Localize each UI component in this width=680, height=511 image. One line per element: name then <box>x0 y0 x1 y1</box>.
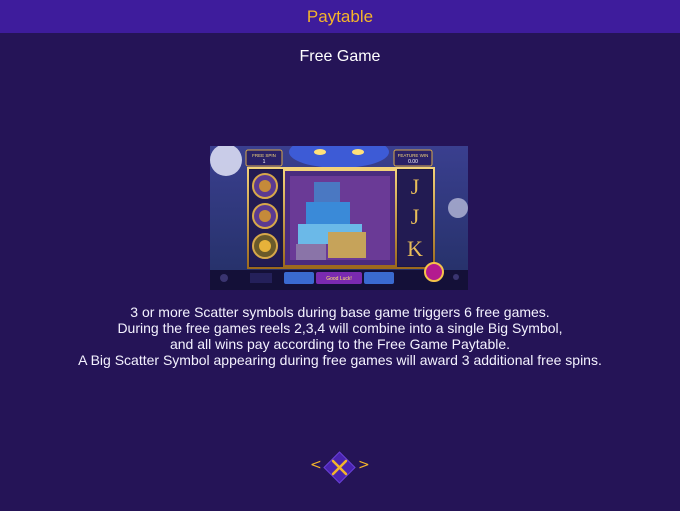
header-title: Paytable <box>306 6 374 26</box>
section-title: Free Game <box>299 48 381 65</box>
reel-symbol-j1: J <box>411 174 420 199</box>
free-spin-value: 1 <box>263 159 266 165</box>
next-page-button[interactable]: > <box>358 457 370 473</box>
description-line: A Big Scatter Symbol appearing during fr… <box>78 352 602 368</box>
close-button[interactable] <box>323 451 356 484</box>
free-spin-label: FREE SPIN <box>252 153 276 158</box>
paytable-navigation: < > <box>308 450 372 484</box>
feature-win-value: 0.00 <box>408 159 418 165</box>
previous-page-button[interactable]: < <box>310 457 322 473</box>
free-game-description: 3 or more Scatter symbols during base ga… <box>0 304 680 368</box>
reel-symbol-j2: J <box>411 204 420 229</box>
description-line: and all wins pay according to the Free G… <box>169 336 511 352</box>
free-game-preview-image: FREE SPIN 1 FEATURE WIN 0.00 J J K Good … <box>210 146 468 290</box>
description-line: 3 or more Scatter symbols during base ga… <box>130 304 550 320</box>
good-luck-label: Good Luck! <box>326 276 352 282</box>
reel-symbol-k: K <box>407 236 423 261</box>
close-x-icon <box>323 451 356 484</box>
feature-win-label: FEATURE WIN <box>398 153 429 158</box>
paytable-header: Paytable <box>0 0 680 33</box>
description-line: During the free games reels 2,3,4 will c… <box>117 320 563 336</box>
